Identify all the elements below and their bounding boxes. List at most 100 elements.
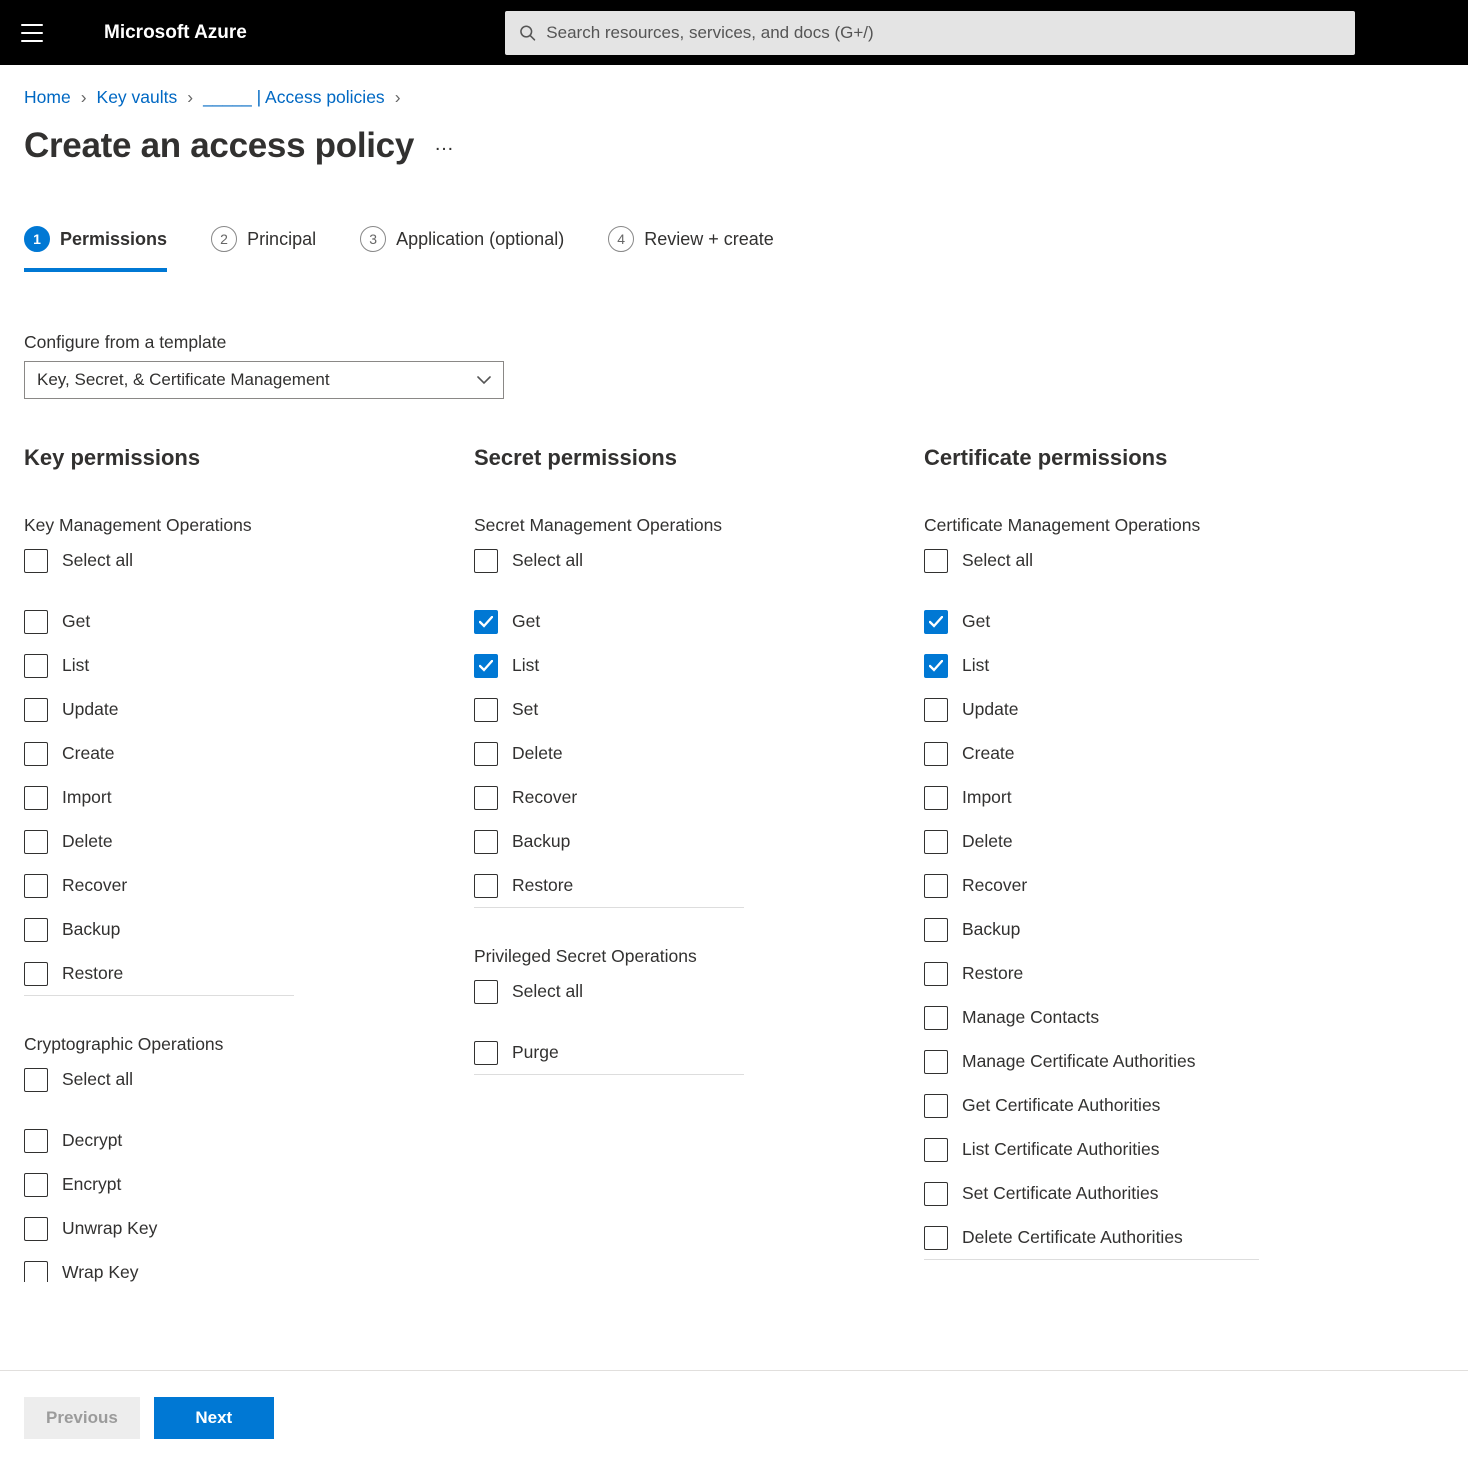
checkbox[interactable] bbox=[24, 1261, 48, 1283]
secret-list[interactable]: List bbox=[474, 644, 744, 688]
secret-recover[interactable]: Recover bbox=[474, 776, 744, 820]
checkbox[interactable] bbox=[474, 786, 498, 810]
secret-restore[interactable]: Restore bbox=[474, 864, 744, 908]
cert-delete[interactable]: Delete bbox=[924, 820, 1259, 864]
cert-restore[interactable]: Restore bbox=[924, 952, 1259, 996]
checkbox[interactable] bbox=[924, 830, 948, 854]
secret-delete[interactable]: Delete bbox=[474, 732, 744, 776]
checkbox[interactable] bbox=[24, 1217, 48, 1241]
checkbox[interactable] bbox=[24, 874, 48, 898]
key-delete[interactable]: Delete bbox=[24, 820, 294, 864]
cert-get-ca[interactable]: Get Certificate Authorities bbox=[924, 1084, 1259, 1128]
checkbox[interactable] bbox=[924, 742, 948, 766]
checkbox[interactable] bbox=[24, 654, 48, 678]
more-icon[interactable]: … bbox=[434, 133, 454, 160]
checkbox[interactable] bbox=[24, 830, 48, 854]
breadcrumb-resource[interactable]: _____ | Access policies bbox=[203, 87, 385, 108]
cert-mgmt-selectall[interactable]: Select all bbox=[924, 544, 1259, 588]
checkbox[interactable] bbox=[474, 980, 498, 1004]
checkbox[interactable] bbox=[924, 918, 948, 942]
checkbox[interactable] bbox=[924, 1138, 948, 1162]
key-backup[interactable]: Backup bbox=[24, 908, 294, 952]
cert-list[interactable]: List bbox=[924, 644, 1259, 688]
checkbox[interactable] bbox=[924, 1094, 948, 1118]
checkbox[interactable] bbox=[924, 654, 948, 678]
checkbox[interactable] bbox=[24, 742, 48, 766]
cert-manage-contacts[interactable]: Manage Contacts bbox=[924, 996, 1259, 1040]
cert-set-ca[interactable]: Set Certificate Authorities bbox=[924, 1172, 1259, 1216]
checkbox[interactable] bbox=[24, 698, 48, 722]
checkbox[interactable] bbox=[924, 1050, 948, 1074]
checkbox[interactable] bbox=[924, 1182, 948, 1206]
template-select[interactable]: Key, Secret, & Certificate Management bbox=[24, 361, 504, 399]
search-input[interactable] bbox=[546, 23, 1341, 43]
secret-priv-selectall[interactable]: Select all bbox=[474, 975, 744, 1019]
chevron-right-icon: › bbox=[395, 87, 401, 108]
tab-review[interactable]: 4 Review + create bbox=[608, 226, 774, 272]
hamburger-icon[interactable] bbox=[18, 19, 46, 47]
checkbox[interactable] bbox=[474, 654, 498, 678]
tab-application[interactable]: 3 Application (optional) bbox=[360, 226, 564, 272]
checkbox[interactable] bbox=[474, 549, 498, 573]
search-box[interactable] bbox=[505, 11, 1355, 55]
checkbox[interactable] bbox=[924, 786, 948, 810]
cert-import[interactable]: Import bbox=[924, 776, 1259, 820]
cert-recover[interactable]: Recover bbox=[924, 864, 1259, 908]
checkbox[interactable] bbox=[924, 874, 948, 898]
secret-get[interactable]: Get bbox=[474, 600, 744, 644]
key-recover[interactable]: Recover bbox=[24, 864, 294, 908]
secret-set[interactable]: Set bbox=[474, 688, 744, 732]
next-button[interactable]: Next bbox=[154, 1397, 274, 1439]
checkbox[interactable] bbox=[924, 1226, 948, 1250]
checkbox[interactable] bbox=[24, 786, 48, 810]
key-import[interactable]: Import bbox=[24, 776, 294, 820]
previous-button[interactable]: Previous bbox=[24, 1397, 140, 1439]
secret-mgmt-title: Secret Management Operations bbox=[474, 515, 814, 536]
cert-update[interactable]: Update bbox=[924, 688, 1259, 732]
brand[interactable]: Microsoft Azure bbox=[104, 22, 247, 44]
key-crypto-selectall[interactable]: Select all bbox=[24, 1063, 294, 1107]
checkbox[interactable] bbox=[474, 698, 498, 722]
checkbox[interactable] bbox=[474, 830, 498, 854]
checkbox[interactable] bbox=[924, 610, 948, 634]
checkbox[interactable] bbox=[24, 549, 48, 573]
breadcrumb-home[interactable]: Home bbox=[24, 87, 71, 108]
checkbox[interactable] bbox=[474, 610, 498, 634]
key-get[interactable]: Get bbox=[24, 600, 294, 644]
cert-backup[interactable]: Backup bbox=[924, 908, 1259, 952]
checkbox[interactable] bbox=[474, 742, 498, 766]
key-restore[interactable]: Restore bbox=[24, 952, 294, 996]
checkbox[interactable] bbox=[474, 874, 498, 898]
key-wrap[interactable]: Wrap Key bbox=[24, 1251, 294, 1282]
secret-backup[interactable]: Backup bbox=[474, 820, 744, 864]
key-mgmt-selectall[interactable]: Select all bbox=[24, 544, 294, 588]
checkbox[interactable] bbox=[24, 962, 48, 986]
key-list[interactable]: List bbox=[24, 644, 294, 688]
key-update[interactable]: Update bbox=[24, 688, 294, 732]
checkbox[interactable] bbox=[24, 918, 48, 942]
secret-mgmt-selectall[interactable]: Select all bbox=[474, 544, 744, 588]
key-unwrap[interactable]: Unwrap Key bbox=[24, 1207, 294, 1251]
checkbox[interactable] bbox=[924, 1006, 948, 1030]
checkbox[interactable] bbox=[24, 1173, 48, 1197]
key-create[interactable]: Create bbox=[24, 732, 294, 776]
cert-delete-ca[interactable]: Delete Certificate Authorities bbox=[924, 1216, 1259, 1260]
checkbox[interactable] bbox=[924, 549, 948, 573]
checkbox[interactable] bbox=[24, 610, 48, 634]
tab-permissions[interactable]: 1 Permissions bbox=[24, 226, 167, 272]
label: Create bbox=[62, 743, 115, 764]
cert-manage-ca[interactable]: Manage Certificate Authorities bbox=[924, 1040, 1259, 1084]
key-encrypt[interactable]: Encrypt bbox=[24, 1163, 294, 1207]
secret-purge[interactable]: Purge bbox=[474, 1031, 744, 1075]
checkbox[interactable] bbox=[24, 1068, 48, 1092]
breadcrumb-keyvaults[interactable]: Key vaults bbox=[97, 87, 178, 108]
cert-create[interactable]: Create bbox=[924, 732, 1259, 776]
checkbox[interactable] bbox=[924, 698, 948, 722]
checkbox[interactable] bbox=[474, 1041, 498, 1065]
tab-principal[interactable]: 2 Principal bbox=[211, 226, 316, 272]
cert-list-ca[interactable]: List Certificate Authorities bbox=[924, 1128, 1259, 1172]
checkbox[interactable] bbox=[924, 962, 948, 986]
key-decrypt[interactable]: Decrypt bbox=[24, 1119, 294, 1163]
checkbox[interactable] bbox=[24, 1129, 48, 1153]
cert-get[interactable]: Get bbox=[924, 600, 1259, 644]
